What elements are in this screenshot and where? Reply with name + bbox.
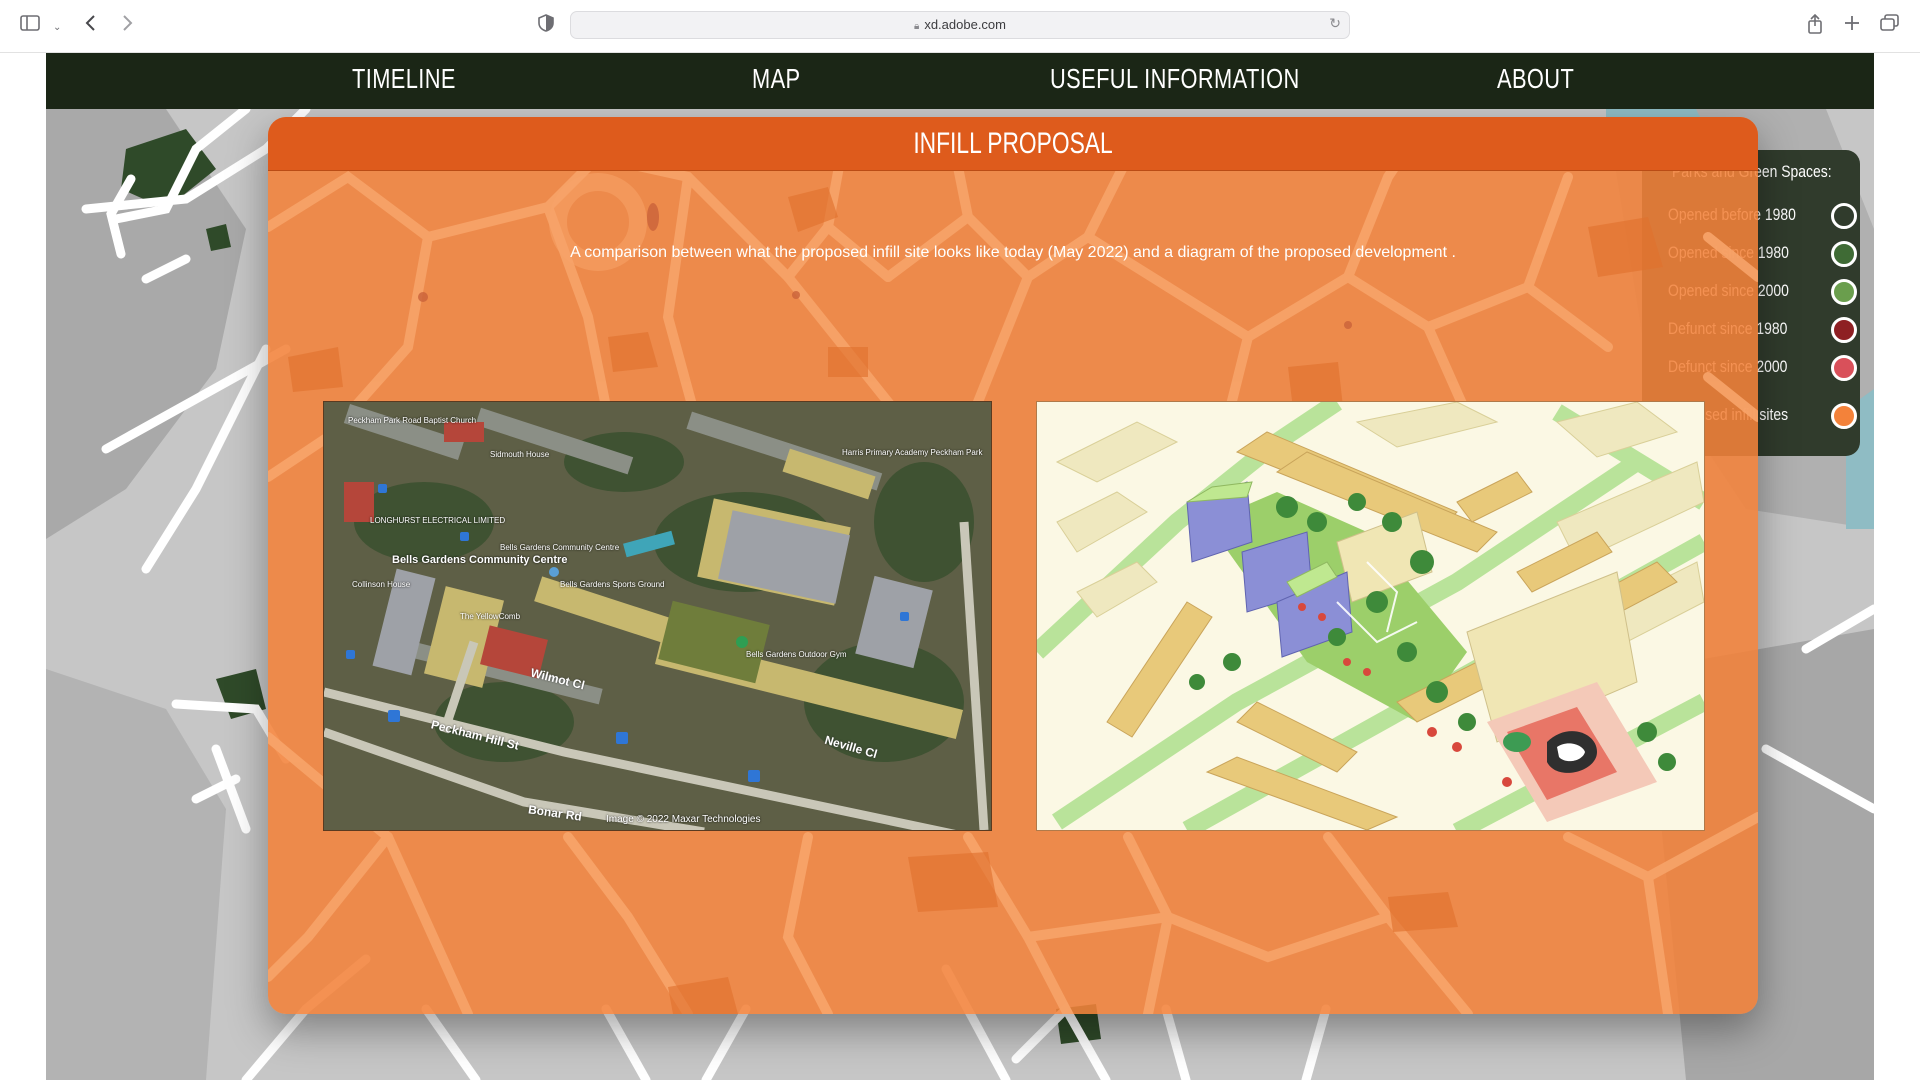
development-diagram (1036, 401, 1705, 831)
browser-toolbar: ⌄ 🔒︎ xd.adobe.com ↻ (0, 0, 1920, 53)
modal-description: A comparison between what the proposed i… (570, 244, 1456, 261)
address-bar[interactable]: 🔒︎ xd.adobe.com ↻ (570, 11, 1350, 39)
map-label: Peckham Park Road Baptist Church (348, 416, 477, 425)
chevron-down-icon[interactable]: ⌄ (53, 17, 61, 39)
infill-proposal-modal: INFILL PROPOSAL A comparison between wha… (268, 117, 1758, 1014)
nav-useful-information[interactable]: USEFUL INFORMATION (1050, 63, 1300, 95)
forward-icon[interactable] (120, 14, 134, 38)
legend-swatch (1831, 203, 1857, 229)
map-label: Bells Gardens Outdoor Gym (746, 650, 847, 659)
map-label: Sidmouth House (490, 450, 550, 459)
map-label: Bells Gardens Community Centre (392, 554, 568, 566)
map-label: Harris Primary Academy Peckham Park (842, 448, 983, 457)
map-label: The YellowComb (460, 612, 521, 621)
map-label: Collinson House (352, 580, 411, 589)
url-text: xd.adobe.com (924, 17, 1006, 32)
legend-swatch (1831, 403, 1857, 429)
modal-header: INFILL PROPOSAL (268, 117, 1758, 171)
plus-icon[interactable] (1844, 14, 1860, 38)
legend-swatch (1831, 241, 1857, 267)
legend-swatch (1831, 355, 1857, 381)
nav-timeline[interactable]: TIMELINE (352, 63, 456, 95)
lock-icon: 🔒︎ (914, 21, 920, 32)
nav-map[interactable]: MAP (752, 63, 801, 95)
nav-about[interactable]: ABOUT (1497, 63, 1574, 95)
prototype-page: TIMELINE MAP USEFUL INFORMATION ABOUT Pa… (46, 53, 1874, 1080)
share-icon[interactable] (1807, 13, 1823, 40)
modal-title: INFILL PROPOSAL (913, 127, 1113, 160)
legend-swatch (1831, 279, 1857, 305)
back-icon[interactable] (84, 14, 98, 38)
top-navigation: TIMELINE MAP USEFUL INFORMATION ABOUT (46, 53, 1874, 109)
satellite-image: Peckham Park Road Baptist Church Sidmout… (323, 401, 992, 831)
map-label: Bells Gardens Sports Ground (560, 580, 665, 589)
map-label: LONGHURST ELECTRICAL LIMITED (370, 516, 506, 525)
image-credit: Image © 2022 Maxar Technologies (606, 814, 761, 825)
sidebar-icon[interactable] (20, 14, 40, 38)
map-label: Bells Gardens Community Centre (500, 543, 620, 552)
tabs-icon[interactable] (1880, 14, 1900, 38)
reload-icon[interactable]: ↻ (1329, 16, 1341, 32)
legend-swatch (1831, 317, 1857, 343)
shield-icon[interactable] (538, 14, 554, 38)
